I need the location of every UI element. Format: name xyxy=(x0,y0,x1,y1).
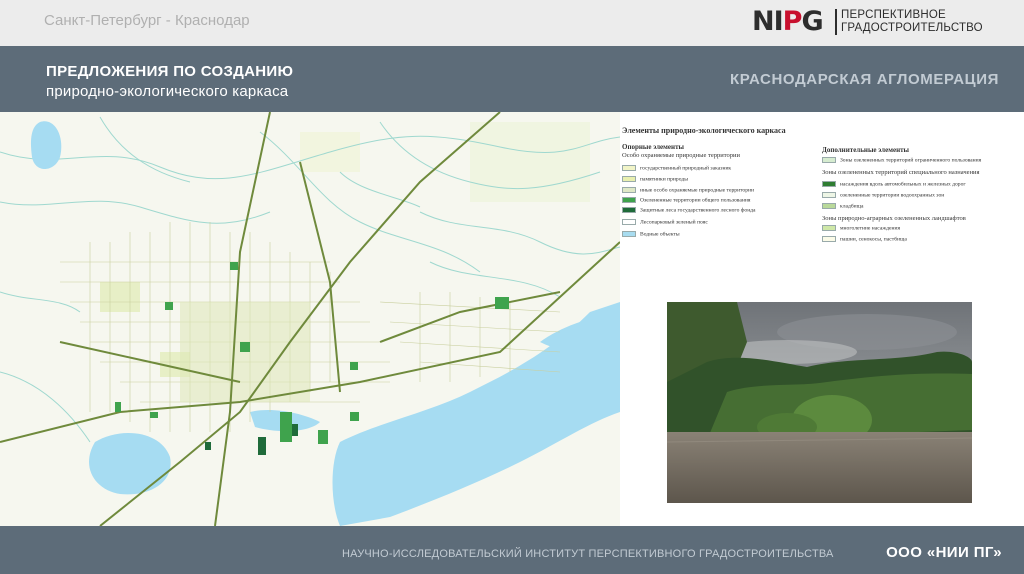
legend-swatch xyxy=(822,236,836,242)
logo-mark: NIPG xyxy=(752,6,824,37)
logo-mark-right: G xyxy=(801,6,823,37)
region-title: КРАСНОДАРСКАЯ АГЛОМЕРАЦИЯ xyxy=(729,71,999,88)
route-caption: Санкт-Петербург - Краснодар xyxy=(44,12,250,29)
legend-swatch xyxy=(822,157,836,163)
photo-graphic xyxy=(667,302,972,503)
slide-footer: НАУЧНО-ИССЛЕДОВАТЕЛЬСКИЙ ИНСТИТУТ ПЕРСПЕ… xyxy=(0,526,1024,574)
legend-special-heading: Зоны озелененных территорий специального… xyxy=(822,169,980,176)
slide-header: ПРЕДЛОЖЕНИЯ ПО СОЗДАНИЮ природно-экологи… xyxy=(0,46,1024,112)
legend-item: Зоны озелененных территорий ограниченног… xyxy=(822,157,981,166)
legend-item: Озелененные территории общего пользовани… xyxy=(622,197,750,206)
legend-swatch xyxy=(622,219,636,225)
legend-swatch xyxy=(622,207,636,213)
legend-item: озелененные территории водоохранных зон xyxy=(822,192,944,201)
map-graphic xyxy=(0,112,620,526)
logo-line-1: ПЕРСПЕКТИВНОЕ xyxy=(841,9,946,21)
river-landscape-photo xyxy=(667,302,972,503)
slide-title: ПРЕДЛОЖЕНИЯ ПО СОЗДАНИЮ xyxy=(46,63,294,80)
logo-mark-accent: P xyxy=(782,6,803,37)
legend-item: памятники природы xyxy=(622,176,688,185)
legend-swatch xyxy=(622,187,636,193)
legend-swatch xyxy=(822,225,836,231)
legend-core-subheading: Особо охраняемые природные территории xyxy=(622,152,740,159)
legend-agro-heading: Зоны природно-аграрных озелененных ландш… xyxy=(822,215,966,222)
legend-item: Водные объекты xyxy=(622,231,680,240)
legend-swatch xyxy=(822,181,836,187)
legend-swatch xyxy=(822,192,836,198)
top-bar: Санкт-Петербург - Краснодар NIPG ПЕРСПЕК… xyxy=(0,0,1024,46)
slide-subtitle: природно-экологического каркаса xyxy=(46,83,289,100)
ecological-framework-map xyxy=(0,112,620,526)
company-name: ООО «НИИ ПГ» xyxy=(886,544,1002,561)
legend-swatch xyxy=(622,165,636,171)
legend-swatch xyxy=(622,197,636,203)
logo-wordmark: ПЕРСПЕКТИВНОЕ ГРАДОСТРОИТЕЛЬСТВО xyxy=(841,9,983,35)
legend-swatch xyxy=(622,231,636,237)
logo-divider xyxy=(835,9,837,35)
legend-extra-heading: Дополнительные элементы xyxy=(822,146,910,154)
logo-mark-left: NI xyxy=(752,6,784,37)
legend-item: государственный природный заказник xyxy=(622,165,731,174)
legend-swatch xyxy=(622,176,636,182)
legend-item: кладбища xyxy=(822,203,863,212)
legend-core-heading: Опорные элементы xyxy=(622,143,684,151)
legend-item: иные особо охраняемые природные территор… xyxy=(622,187,754,196)
legend-item: пашни, сенокосы, пастбища xyxy=(822,236,907,245)
legend-item: Защитные леса государственного лесного ф… xyxy=(622,207,756,216)
legend-item: многолетние насаждения xyxy=(822,225,900,234)
legend-title: Элементы природно-экологического каркаса xyxy=(622,126,786,135)
institute-name: НАУЧНО-ИССЛЕДОВАТЕЛЬСКИЙ ИНСТИТУТ ПЕРСПЕ… xyxy=(342,548,834,560)
legend-item: Лесопарковый зеленый пояс xyxy=(622,219,708,228)
legend-swatch xyxy=(822,203,836,209)
logo-line-2: ГРАДОСТРОИТЕЛЬСТВО xyxy=(841,22,983,34)
map-legend: Элементы природно-экологического каркаса… xyxy=(622,126,1022,256)
legend-item: насаждения вдоль автомобильных и железны… xyxy=(822,181,966,190)
